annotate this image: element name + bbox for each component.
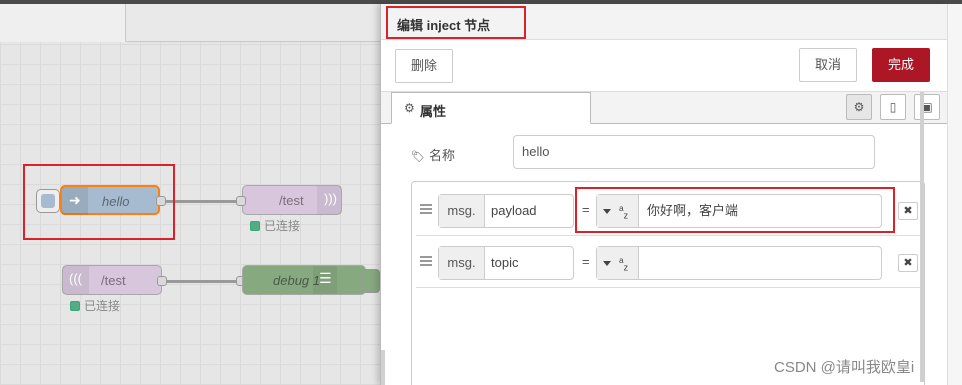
drag-handle-icon[interactable] — [420, 204, 432, 214]
remove-row-button[interactable]: ✖ — [898, 254, 918, 272]
settings-tab-icon[interactable]: ⚙ — [846, 94, 872, 120]
websocket-out-node[interactable]: /test ))) — [242, 185, 342, 215]
websocket-icon: ))) — [324, 191, 337, 206]
websocket-in-node[interactable]: ((( /test — [62, 265, 162, 295]
flow-workspace[interactable]: ➜ hello /test ))) 已连接 ((( /test 已连接 debu… — [0, 4, 380, 385]
property-name: topic — [491, 255, 519, 270]
websocket-out-input-port[interactable] — [236, 196, 246, 206]
drag-handle-icon[interactable] — [420, 256, 432, 266]
chevron-down-icon — [603, 261, 611, 266]
equals-sign: = — [582, 254, 590, 269]
debug-node-icon-area: ☰ — [313, 266, 337, 294]
name-input[interactable]: hello — [513, 135, 875, 169]
websocket-out-status: 已连接 — [250, 217, 300, 234]
property-row: msg. topic = az ✖ — [416, 238, 922, 288]
done-button[interactable]: 完成 — [872, 48, 930, 82]
debug-toggle-button[interactable] — [362, 269, 380, 293]
highlight-box-title — [386, 6, 526, 39]
workspace-tab-bar — [0, 4, 380, 42]
tab-properties-label: 属性 — [420, 104, 447, 119]
websocket-out-label: /test — [279, 193, 304, 208]
websocket-out-icon-area: ))) — [317, 186, 341, 214]
delete-button[interactable]: 删除 — [395, 49, 453, 83]
remove-row-button[interactable]: ✖ — [898, 202, 918, 220]
websocket-icon: ((( — [69, 271, 82, 286]
name-label: 🏷 名称 — [411, 148, 455, 163]
tab-properties[interactable]: ⚙ 属性 — [391, 92, 591, 124]
string-type-icon: az — [619, 255, 629, 273]
resize-handle[interactable] — [381, 350, 385, 385]
highlight-box-node — [23, 164, 175, 240]
wire[interactable] — [167, 280, 242, 283]
wire[interactable] — [166, 200, 242, 203]
highlight-box-value — [575, 187, 895, 233]
watermark: CSDN @请叫我欧皇i — [774, 359, 915, 376]
scrollbar[interactable] — [920, 92, 924, 382]
property-name: payload — [491, 203, 537, 218]
websocket-in-output-port[interactable] — [157, 276, 167, 286]
tag-icon: 🏷 — [411, 151, 425, 163]
appearance-tab-icon[interactable]: ▣ — [914, 94, 940, 120]
edit-panel: 编辑 inject 节点 删除 取消 完成 ⚙ 属性 ⚙ ▯ ▣ 🏷 名称 hel… — [380, 4, 948, 385]
edit-panel-toolbar: 删除 取消 完成 — [381, 40, 948, 92]
msg-prefix: msg. — [439, 195, 485, 227]
websocket-in-label: /test — [101, 273, 126, 288]
connected-status-dot — [70, 301, 80, 311]
description-tab-icon[interactable]: ▯ — [880, 94, 906, 120]
gear-icon: ⚙ — [404, 101, 415, 115]
list-icon: ☰ — [319, 270, 332, 286]
websocket-in-icon-area: ((( — [63, 266, 89, 294]
sidebar-edge — [947, 4, 962, 385]
type-selector[interactable]: az — [597, 247, 639, 279]
msg-prefix: msg. — [439, 247, 485, 279]
property-name-field[interactable]: msg. topic — [438, 246, 574, 280]
debug-node[interactable]: debug 1 ☰ — [242, 265, 366, 295]
edit-panel-content: 🏷 名称 hello msg. payload = az 你好啊，客户端 ✖ m… — [381, 125, 948, 385]
property-name-field[interactable]: msg. payload — [438, 194, 574, 228]
websocket-in-status: 已连接 — [70, 297, 120, 314]
workspace-tab[interactable] — [0, 4, 126, 42]
edit-panel-tabs: ⚙ 属性 ⚙ ▯ ▣ — [381, 92, 948, 124]
cancel-button[interactable]: 取消 — [799, 48, 857, 82]
property-value-field[interactable]: az — [596, 246, 882, 280]
connected-status-dot — [250, 221, 260, 231]
